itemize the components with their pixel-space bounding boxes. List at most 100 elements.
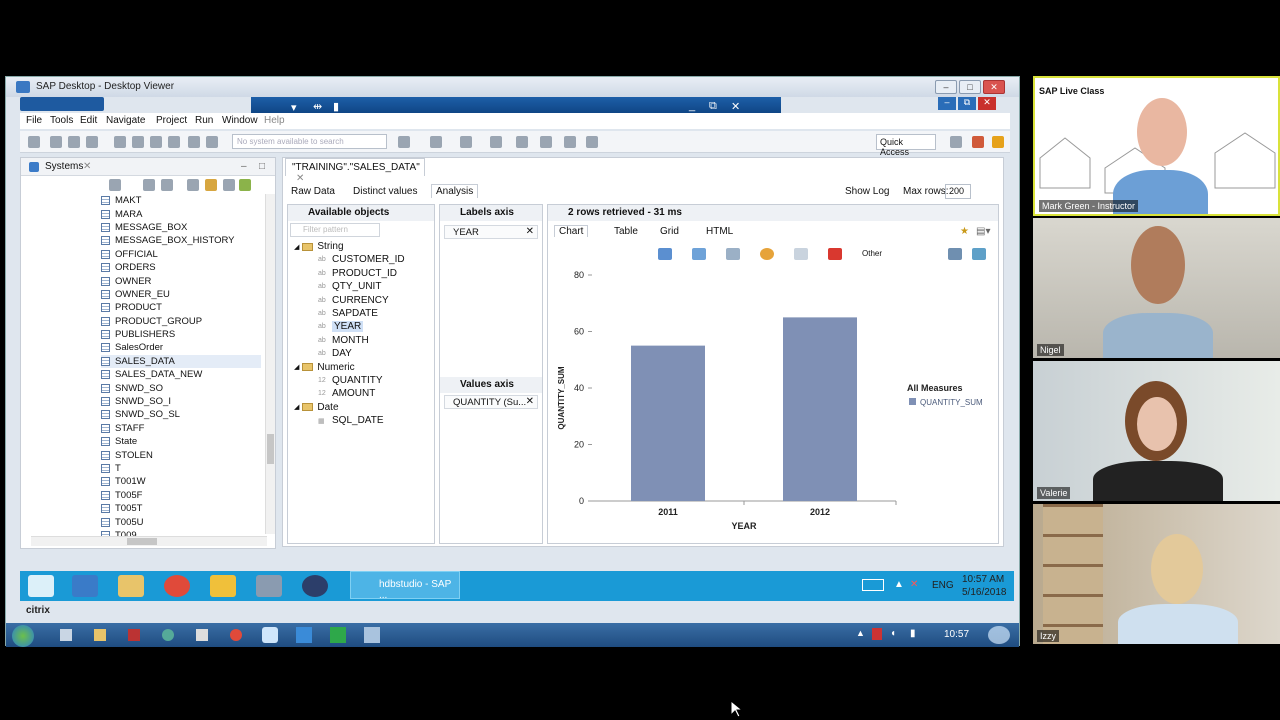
collapse-icon[interactable] (143, 179, 155, 191)
tab-html[interactable]: HTML (706, 226, 733, 237)
video-tile-nigel[interactable]: Nigel (1033, 218, 1280, 358)
systems-table-item[interactable]: T001W (101, 475, 261, 488)
perspective-icon[interactable] (950, 136, 962, 148)
start-button[interactable] (12, 625, 34, 647)
labels-axis-item[interactable]: YEAR ✕ (444, 225, 538, 239)
pie-chart-icon[interactable] (760, 248, 774, 260)
save-all-icon[interactable] (68, 136, 80, 148)
collapse-arrow-icon[interactable]: ◢ (294, 363, 299, 371)
bar-chart-icon[interactable] (658, 248, 672, 260)
help-icon[interactable] (132, 136, 144, 148)
clock-date[interactable]: 5/16/2018 (962, 587, 1007, 598)
remove-value-icon[interactable]: ✕ (526, 396, 534, 407)
tray-app-icon[interactable] (872, 628, 882, 640)
tree-field[interactable]: ab DAY (318, 348, 352, 359)
windows-start-icon[interactable] (28, 575, 54, 597)
move-icon[interactable]: ⇹ (313, 100, 322, 113)
menu-run[interactable]: Run (195, 115, 213, 126)
folder-icon[interactable] (205, 179, 217, 191)
menu-window[interactable]: Window (222, 115, 258, 126)
menu-edit[interactable]: Edit (80, 115, 97, 126)
tray-expand-icon[interactable]: ▲ (894, 579, 904, 590)
keyboard-icon[interactable] (862, 579, 884, 591)
tree-field[interactable]: ab SAPDATE (318, 308, 378, 319)
taskbar-app-8-icon[interactable] (296, 627, 312, 643)
chrome-icon[interactable] (164, 575, 190, 597)
minimize-button[interactable]: – (935, 80, 957, 94)
horizontal-bar-icon[interactable] (692, 248, 706, 260)
tree-field[interactable]: ab PRODUCT_ID (318, 268, 397, 279)
weather-icon[interactable] (988, 626, 1010, 644)
tree-field[interactable]: ab MONTH (318, 335, 369, 346)
system-clock[interactable]: 10:57 (944, 629, 969, 640)
systems-table-item[interactable]: STAFF (101, 422, 261, 435)
sticky-notes-icon[interactable] (210, 575, 236, 597)
sync-icon[interactable] (239, 179, 251, 191)
tree-folder-numeric[interactable]: ◢ Numeric (294, 362, 355, 373)
expand-icon[interactable] (223, 179, 235, 191)
systems-tab[interactable]: Systems ✕ – □ (21, 158, 275, 176)
menu-project[interactable]: Project (156, 115, 187, 126)
forward-icon[interactable] (564, 136, 576, 148)
save-icon[interactable] (50, 136, 62, 148)
close-icon[interactable]: ✕ (731, 100, 740, 113)
maximize-button[interactable]: □ (959, 80, 981, 94)
systems-table-item[interactable]: T005U (101, 515, 261, 528)
scatter-chart-icon[interactable] (794, 248, 808, 260)
maximize-view-icon[interactable]: □ (259, 161, 265, 172)
filter-input[interactable]: Filter pattern (290, 223, 380, 237)
console-icon[interactable] (206, 136, 218, 148)
tab-raw-data[interactable]: Raw Data (291, 186, 335, 197)
editor-tab[interactable]: "TRAINING"."SALES_DATA" ✕ (285, 158, 425, 184)
close-button[interactable]: ✕ (983, 80, 1005, 94)
taskbar-app-1-icon[interactable] (60, 629, 72, 641)
inner-close-button[interactable]: ✕ (978, 97, 996, 110)
taskbar-app-3-icon[interactable] (128, 629, 140, 641)
systems-table-item[interactable]: MESSAGE_BOX (101, 221, 261, 234)
add-system-icon[interactable] (109, 179, 121, 191)
systems-table-item[interactable]: ORDERS (101, 261, 261, 274)
systems-table-item[interactable]: OWNER_EU (101, 288, 261, 301)
refresh-icon[interactable] (150, 136, 162, 148)
remove-label-icon[interactable]: ✕ (526, 226, 534, 237)
video-tile-valerie[interactable]: Valerie (1033, 361, 1280, 501)
systems-table-item[interactable]: SALES_DATA (101, 354, 261, 369)
close-tab-icon[interactable]: ✕ (83, 161, 91, 172)
tab-analysis[interactable]: Analysis (431, 184, 479, 198)
back-icon[interactable] (540, 136, 552, 148)
line-chart-icon[interactable] (726, 248, 740, 260)
settings-icon[interactable] (86, 136, 98, 148)
systems-table-item[interactable]: SalesOrder (101, 341, 261, 354)
systems-table-item[interactable]: PUBLISHERS (101, 328, 261, 341)
menu-help[interactable]: Help (264, 115, 285, 126)
signal-icon[interactable]: ▮ (333, 100, 339, 113)
systems-table-item[interactable]: OFFICIAL (101, 248, 261, 261)
video-tile-izzy[interactable]: Izzy (1033, 504, 1280, 644)
taskbar-app-2-icon[interactable] (94, 629, 106, 641)
tray-expand-icon[interactable]: ▲ (856, 628, 865, 638)
video-tile-instructor[interactable]: SAP Live Class Mark Green - Instructor (1033, 76, 1280, 216)
delete-icon[interactable] (114, 136, 126, 148)
systems-table-item[interactable]: SNWD_SO_SL (101, 408, 261, 421)
scroll-thumb[interactable] (267, 434, 274, 464)
systems-table-item[interactable]: State (101, 435, 261, 448)
systems-table-item[interactable]: SALES_DATA_NEW (101, 368, 261, 381)
run-icon[interactable] (430, 136, 442, 148)
tab-table[interactable]: Table (614, 226, 638, 237)
max-rows-input[interactable]: 200 (945, 184, 971, 199)
systems-table-item[interactable]: MESSAGE_BOX_HISTORY (101, 234, 261, 247)
app-icon[interactable] (256, 575, 282, 597)
systems-table-item[interactable]: PRODUCT_GROUP (101, 315, 261, 328)
systems-table-item[interactable]: T005F (101, 489, 261, 502)
horizontal-scrollbar[interactable] (31, 536, 267, 546)
tree-field[interactable]: 12 QUANTITY (318, 375, 383, 386)
annotation-icon[interactable] (516, 136, 528, 148)
values-axis-item[interactable]: QUANTITY (Su... ✕ (444, 395, 538, 409)
layout-icon[interactable] (188, 136, 200, 148)
hdbstudio-task-button[interactable]: hdbstudio - SAP ... (350, 571, 460, 601)
language-indicator[interactable]: ENG (932, 580, 954, 591)
clock-time[interactable]: 10:57 AM (962, 574, 1004, 585)
volume-icon[interactable]: ◖ (890, 628, 896, 639)
filter-icon[interactable] (161, 179, 173, 191)
debug-perspective-icon[interactable] (972, 136, 984, 148)
